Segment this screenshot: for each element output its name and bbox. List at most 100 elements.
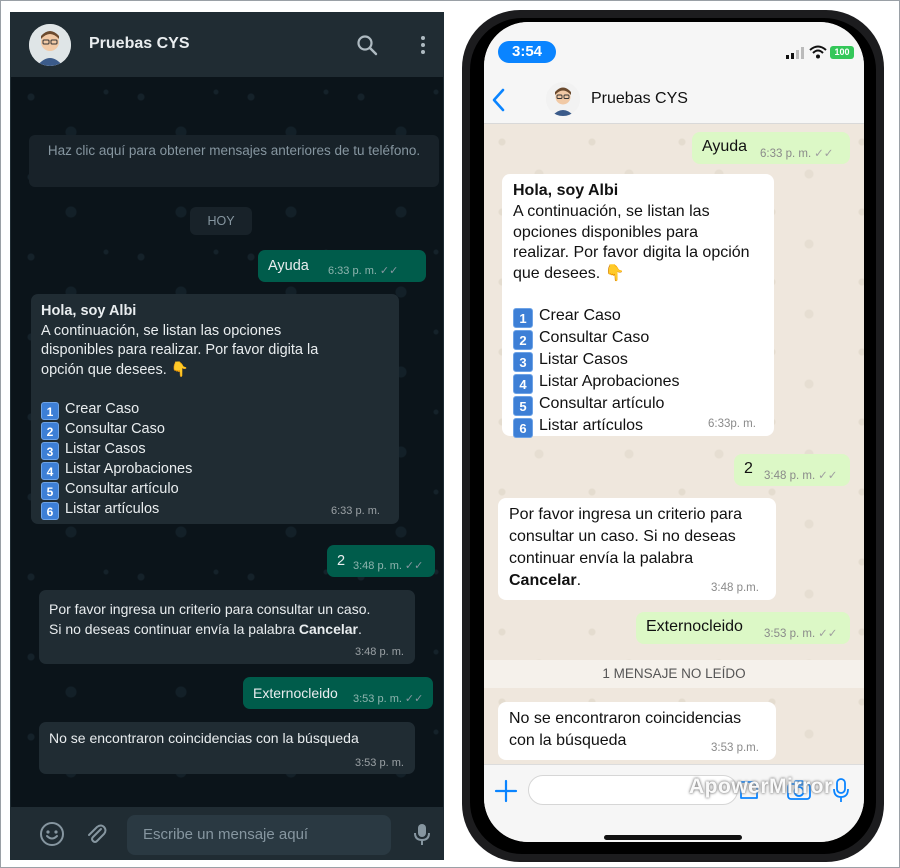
option-item: 1 Crear Caso bbox=[41, 400, 318, 420]
message-time: 3:53 p. m. bbox=[353, 693, 402, 705]
option-item: 5 Consultar artículo bbox=[513, 394, 750, 416]
message-body: Por favor ingresa un criterio para consu… bbox=[509, 504, 742, 592]
message-in[interactable]: Por favor ingresa un criterio para consu… bbox=[498, 498, 776, 600]
message-text: Ayuda bbox=[702, 138, 748, 155]
contact-name[interactable]: Pruebas CYS bbox=[89, 35, 189, 53]
microphone-icon[interactable] bbox=[832, 777, 850, 803]
message-time: 3:53 p. m. bbox=[764, 628, 816, 640]
double-check-icon: ✓✓ bbox=[379, 265, 399, 277]
message-time: 3:48 p. m. bbox=[764, 470, 816, 482]
battery-level: 100 bbox=[834, 47, 850, 57]
plus-icon[interactable] bbox=[494, 779, 518, 803]
emoji-icon[interactable] bbox=[39, 821, 65, 847]
message-body: Hola, soy Albi A continuación, se listan… bbox=[513, 181, 750, 438]
keycap-number: 4 bbox=[513, 373, 533, 394]
message-text: No se encontraron coincidencias con la b… bbox=[49, 730, 359, 746]
compose-bar: Escribe un mensaje aquí bbox=[11, 807, 443, 859]
message-input[interactable]: Escribe un mensaje aquí bbox=[127, 815, 391, 855]
message-heading: Hola, soy Albi bbox=[41, 303, 137, 319]
message-line: que desees. 👇 bbox=[513, 265, 625, 283]
status-bar: 3:54 100 bbox=[484, 22, 864, 78]
message-meta: 6:33 p. m. ✓✓ bbox=[760, 146, 833, 160]
message-time: 6:33p. m. bbox=[708, 418, 756, 430]
double-check-icon: ✓✓ bbox=[404, 693, 424, 705]
option-item: 2 Consultar Caso bbox=[513, 328, 750, 350]
keycap-number: 2 bbox=[513, 329, 533, 350]
keycap-number: 1 bbox=[513, 307, 533, 328]
message-line: continuar envía la palabra bbox=[509, 550, 694, 567]
back-chevron-icon[interactable] bbox=[490, 86, 508, 114]
message-line: opción que desees. 👇 bbox=[41, 361, 189, 378]
kebab-menu-icon[interactable] bbox=[411, 33, 435, 57]
message-line: opciones disponibles para bbox=[513, 223, 699, 241]
message-body: Hola, soy Albi A continuación, se listan… bbox=[41, 302, 318, 520]
message-in[interactable]: No se encontraron coincidencias con la b… bbox=[39, 722, 415, 774]
message-out[interactable]: 2 3:48 p. m. ✓✓ bbox=[327, 545, 435, 577]
message-out[interactable]: Ayuda 6:33 p. m. ✓✓ bbox=[258, 250, 426, 282]
message-out[interactable]: 2 3:48 p. m. ✓✓ bbox=[734, 454, 850, 486]
message-out[interactable]: Ayuda 6:33 p. m. ✓✓ bbox=[692, 132, 850, 164]
chat-header: Pruebas CYS bbox=[11, 13, 443, 77]
message-time: 3:48 p. m. bbox=[355, 646, 404, 658]
message-in[interactable]: No se encontraron coincidencias con la b… bbox=[498, 702, 776, 760]
message-body: Por favor ingresa un criterio para consu… bbox=[49, 599, 370, 639]
battery-icon: 100 bbox=[830, 46, 854, 59]
message-meta: 3:53 p. m. ✓✓ bbox=[764, 626, 837, 640]
message-meta: 3:48 p. m. ✓✓ bbox=[764, 468, 837, 482]
home-indicator[interactable] bbox=[604, 835, 742, 840]
message-meta: 6:33 p. m. ✓✓ bbox=[328, 264, 398, 277]
message-line: Cancelar. bbox=[509, 572, 582, 589]
unread-divider: 1 MENSAJE NO LEÍDO bbox=[484, 660, 864, 688]
message-line: No se encontraron coincidencias bbox=[509, 710, 742, 727]
option-item: 5 Consultar artículo bbox=[41, 480, 318, 500]
keycap-number: 3 bbox=[513, 351, 533, 372]
option-item: 3 Listar Casos bbox=[513, 350, 750, 372]
message-line: disponibles para realizar. Por favor dig… bbox=[41, 342, 319, 358]
message-body: No se encontraron coincidencias con la b… bbox=[509, 708, 741, 752]
avatar[interactable] bbox=[546, 82, 580, 116]
message-in[interactable]: Por favor ingresa un criterio para consu… bbox=[39, 590, 415, 664]
search-icon[interactable] bbox=[355, 33, 379, 57]
message-meta: 3:48 p. m. ✓✓ bbox=[353, 559, 423, 572]
attach-icon[interactable] bbox=[83, 821, 109, 847]
keycap-number: 5 bbox=[513, 395, 533, 416]
day-divider: HOY bbox=[190, 207, 252, 235]
message-text: 2 bbox=[744, 460, 753, 477]
keycap-number: 6 bbox=[41, 501, 59, 520]
message-time: 3:48 p.m. bbox=[711, 582, 759, 594]
load-older-messages[interactable]: Haz clic aquí para obtener mensajes ante… bbox=[29, 135, 439, 187]
message-time: 6:33 p. m. bbox=[331, 505, 380, 517]
message-heading: Hola, soy Albi bbox=[513, 182, 619, 199]
message-time: 6:33 p. m. bbox=[760, 148, 812, 160]
message-out[interactable]: Externocleido 3:53 p. m. ✓✓ bbox=[636, 612, 850, 644]
microphone-icon[interactable] bbox=[409, 821, 435, 847]
message-text: Externocleido bbox=[646, 618, 743, 635]
message-line: A continuación, se listan las bbox=[513, 202, 710, 220]
double-check-icon: ✓✓ bbox=[818, 470, 838, 482]
avatar[interactable] bbox=[29, 24, 71, 66]
message-in[interactable]: Hola, soy Albi A continuación, se listan… bbox=[31, 294, 399, 524]
message-out[interactable]: Externocleido 3:53 p. m. ✓✓ bbox=[243, 677, 433, 709]
status-time: 3:54 bbox=[498, 41, 556, 63]
option-item: 4 Listar Aprobaciones bbox=[513, 372, 750, 394]
watermark: ApowerMirror bbox=[689, 775, 833, 798]
message-line: con la búsqueda bbox=[509, 732, 627, 749]
chat-header: Pruebas CYS bbox=[484, 78, 864, 124]
keycap-number: 2 bbox=[41, 421, 59, 440]
message-line: Por favor ingresa un criterio para bbox=[509, 506, 742, 523]
message-time: 3:53 p. m. bbox=[355, 757, 404, 769]
keycap-number: 3 bbox=[41, 441, 59, 460]
double-check-icon: ✓✓ bbox=[404, 560, 424, 572]
keycap-number: 4 bbox=[41, 461, 59, 480]
compose-bar: ApowerMirror bbox=[484, 764, 864, 842]
message-input-placeholder: Escribe un mensaje aquí bbox=[143, 826, 309, 843]
message-in[interactable]: Hola, soy Albi A continuación, se listan… bbox=[502, 174, 774, 438]
option-item: 3 Listar Casos bbox=[41, 440, 318, 460]
message-text: 2 bbox=[337, 553, 346, 569]
message-line: realizar. Por favor digita la opción bbox=[513, 244, 750, 262]
contact-name[interactable]: Pruebas CYS bbox=[591, 90, 688, 108]
option-item: 6 Listar artículos bbox=[41, 500, 318, 520]
message-line: Si no deseas continuar envía la palabra … bbox=[49, 621, 362, 637]
message-line: A continuación, se listan las opciones bbox=[41, 322, 282, 339]
signal-icon bbox=[786, 47, 804, 59]
